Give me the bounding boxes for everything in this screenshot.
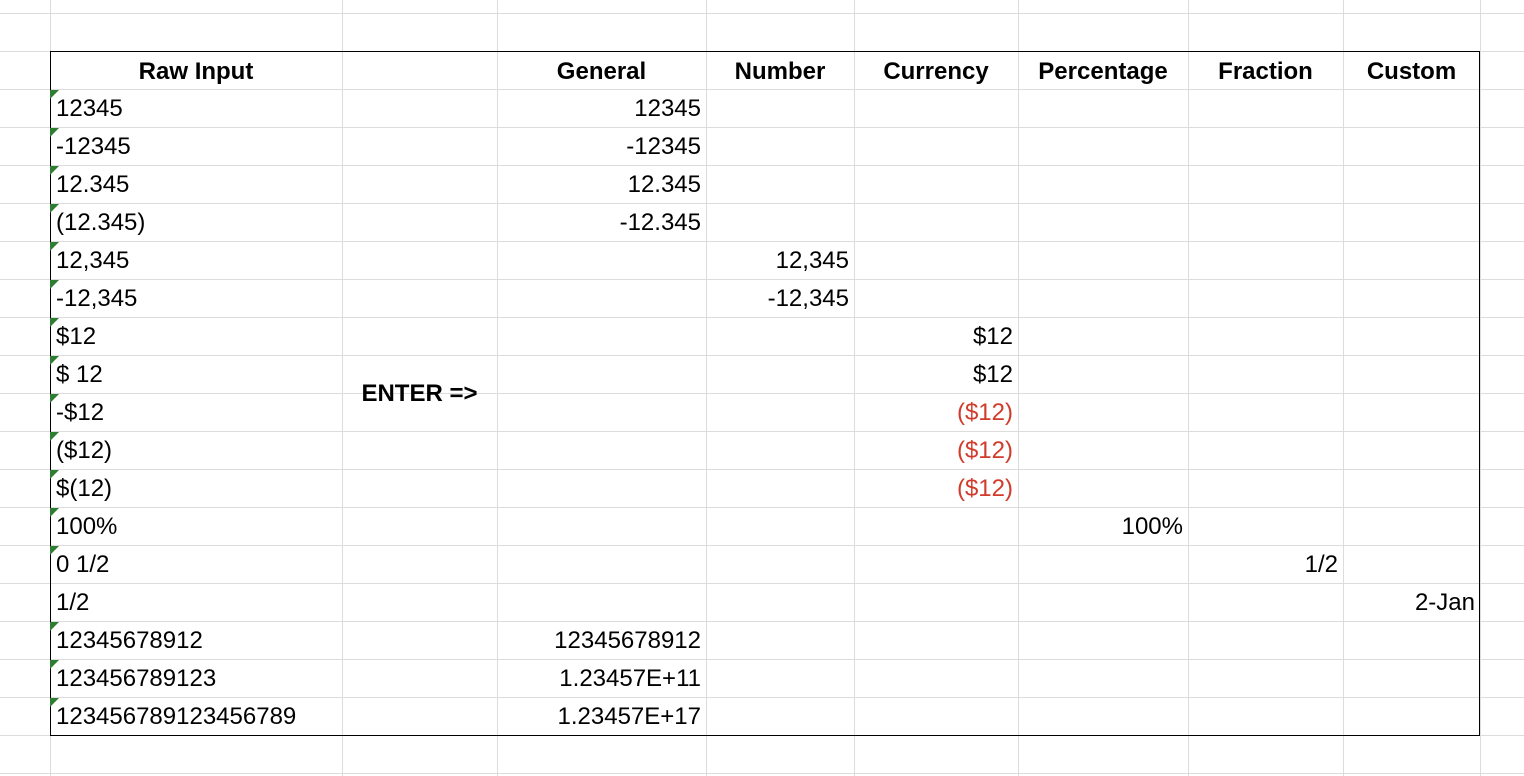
raw-input-text: -$12 — [56, 399, 105, 426]
currency-result-cell[interactable]: $12 — [854, 318, 1018, 356]
text-number-warning-icon[interactable] — [50, 318, 59, 327]
raw-input-text: 100% — [56, 513, 118, 540]
raw-input-text: -12345 — [56, 133, 131, 160]
raw-input-text: ($12) — [56, 437, 113, 464]
text-number-warning-icon[interactable] — [50, 242, 59, 251]
text-number-warning-icon[interactable] — [50, 394, 59, 403]
header-currency[interactable]: Currency — [854, 53, 1018, 91]
gridline-horizontal — [0, 773, 1524, 774]
currency-result-cell[interactable]: ($12) — [854, 470, 1018, 508]
number-result-cell[interactable]: 12,345 — [706, 242, 854, 280]
text-number-warning-icon[interactable] — [50, 204, 59, 213]
text-number-warning-icon[interactable] — [50, 432, 59, 441]
text-number-warning-icon[interactable] — [50, 546, 59, 555]
header-general[interactable]: General — [497, 53, 706, 91]
raw-input-text: $ 12 — [56, 361, 103, 388]
general-result-cell[interactable]: 1.23457E+17 — [497, 698, 706, 736]
raw-input-cell[interactable]: 12345678912 — [50, 622, 342, 660]
raw-input-cell[interactable]: -$12 — [50, 394, 342, 432]
text-number-warning-icon[interactable] — [50, 470, 59, 479]
raw-input-cell[interactable]: 12.345 — [50, 166, 342, 204]
raw-input-text: 12.345 — [56, 171, 130, 198]
raw-input-cell[interactable]: -12,345 — [50, 280, 342, 318]
raw-input-cell[interactable]: 100% — [50, 508, 342, 546]
general-result-cell[interactable]: -12345 — [497, 128, 706, 166]
raw-input-text: (12.345) — [56, 209, 146, 236]
raw-input-text: 1/2 — [56, 589, 90, 616]
raw-input-cell[interactable]: 123456789123456789 — [50, 698, 342, 736]
raw-input-text: 123456789123 — [56, 665, 217, 692]
raw-input-text: 12345678912 — [56, 627, 203, 654]
number-result-cell[interactable]: -12,345 — [706, 280, 854, 318]
spreadsheet-grid[interactable]: Raw Input General Number Currency Percen… — [0, 0, 1524, 776]
percentage-result-cell[interactable]: 100% — [1018, 508, 1188, 546]
text-number-warning-icon[interactable] — [50, 128, 59, 137]
text-number-warning-icon[interactable] — [50, 698, 59, 707]
raw-input-text: 12345 — [56, 95, 123, 122]
text-number-warning-icon[interactable] — [50, 622, 59, 631]
raw-input-cell[interactable]: 1/2 — [50, 584, 342, 622]
currency-result-cell[interactable]: $12 — [854, 356, 1018, 394]
raw-input-text: -12,345 — [56, 285, 138, 312]
text-number-warning-icon[interactable] — [50, 280, 59, 289]
raw-input-text: 12,345 — [56, 247, 130, 274]
raw-input-cell[interactable]: 12345 — [50, 90, 342, 128]
gridline-horizontal — [0, 13, 1524, 14]
fraction-result-cell[interactable]: 1/2 — [1188, 546, 1343, 584]
general-result-cell[interactable]: 12345 — [497, 90, 706, 128]
custom-result-cell[interactable]: 2-Jan — [1343, 584, 1480, 622]
header-custom[interactable]: Custom — [1343, 53, 1480, 91]
text-number-warning-icon[interactable] — [50, 90, 59, 99]
header-raw-input[interactable]: Raw Input — [50, 53, 342, 91]
raw-input-cell[interactable]: -12345 — [50, 128, 342, 166]
raw-input-cell[interactable]: 123456789123 — [50, 660, 342, 698]
raw-input-cell[interactable]: $(12) — [50, 470, 342, 508]
text-number-warning-icon[interactable] — [50, 660, 59, 669]
header-number[interactable]: Number — [706, 53, 854, 91]
raw-input-text: $(12) — [56, 475, 113, 502]
raw-input-text: $12 — [56, 323, 97, 350]
general-result-cell[interactable]: 12.345 — [497, 166, 706, 204]
raw-input-cell[interactable]: $ 12 — [50, 356, 342, 394]
raw-input-cell[interactable]: ($12) — [50, 432, 342, 470]
raw-input-text: 0 1/2 — [56, 551, 110, 578]
currency-result-cell[interactable]: ($12) — [854, 432, 1018, 470]
text-number-warning-icon[interactable] — [50, 166, 59, 175]
header-percentage[interactable]: Percentage — [1018, 53, 1188, 91]
enter-arrow-label[interactable]: ENTER => — [342, 375, 497, 413]
raw-input-cell[interactable]: 12,345 — [50, 242, 342, 280]
raw-input-cell[interactable]: $12 — [50, 318, 342, 356]
general-result-cell[interactable]: 12345678912 — [497, 622, 706, 660]
raw-input-cell[interactable]: 0 1/2 — [50, 546, 342, 584]
raw-input-cell[interactable]: (12.345) — [50, 204, 342, 242]
text-number-warning-icon[interactable] — [50, 356, 59, 365]
text-number-warning-icon[interactable] — [50, 508, 59, 517]
raw-input-text: 123456789123456789 — [56, 703, 297, 730]
general-result-cell[interactable]: 1.23457E+11 — [497, 660, 706, 698]
currency-result-cell[interactable]: ($12) — [854, 394, 1018, 432]
header-fraction[interactable]: Fraction — [1188, 53, 1343, 91]
general-result-cell[interactable]: -12.345 — [497, 204, 706, 242]
